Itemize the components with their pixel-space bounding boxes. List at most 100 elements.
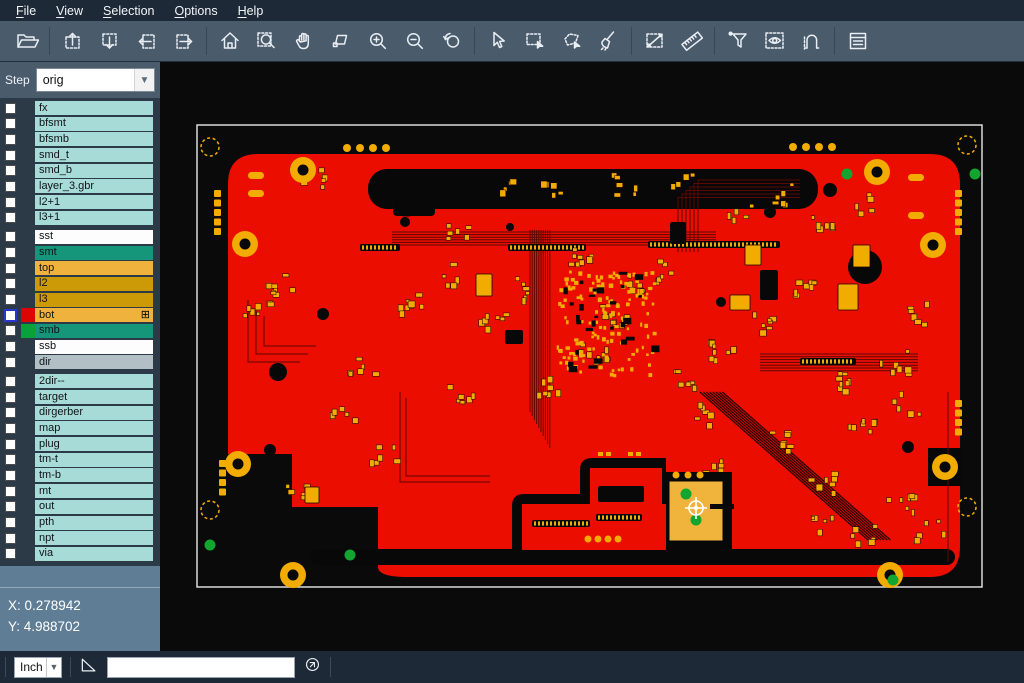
layer-checkbox[interactable] <box>5 470 16 481</box>
layer-label[interactable]: npt <box>35 531 153 545</box>
layer-label[interactable]: l3+1 <box>35 211 153 225</box>
layer-row-dirgerber[interactable]: dirgerber <box>0 406 160 420</box>
zoom-window-button[interactable] <box>322 23 359 59</box>
layer-row-top[interactable]: top <box>0 261 160 275</box>
layer-row-layer_3.gbr[interactable]: layer_3.gbr <box>0 179 160 193</box>
layer-label[interactable]: l2 <box>35 277 153 291</box>
layer-checkbox[interactable] <box>5 341 16 352</box>
layer-row-fx[interactable]: fx <box>0 101 160 115</box>
layer-row-l3[interactable]: l3 <box>0 293 160 307</box>
layer-label[interactable]: mt <box>35 484 153 498</box>
chevron-down-icon[interactable]: ▼ <box>46 658 61 677</box>
layer-row-l2+1[interactable]: l2+1 <box>0 195 160 209</box>
zoom-out-button[interactable] <box>396 23 433 59</box>
home-button[interactable] <box>211 23 248 59</box>
layer-checkbox[interactable] <box>5 134 16 145</box>
menu-options[interactable]: Options <box>164 2 227 20</box>
layer-label[interactable]: ssb <box>35 340 153 354</box>
layer-label[interactable]: plug <box>35 437 153 451</box>
layer-checkbox[interactable] <box>5 517 16 528</box>
move-down-button[interactable] <box>91 23 128 59</box>
layer-row-sst[interactable]: sst <box>0 230 160 244</box>
layer-checkbox[interactable] <box>5 231 16 242</box>
zoom-previous-button[interactable] <box>433 23 470 59</box>
layer-checkbox[interactable] <box>5 247 16 258</box>
layer-label[interactable]: l3 <box>35 293 153 307</box>
zoom-area-button[interactable] <box>248 23 285 59</box>
layer-row-dir[interactable]: dir <box>0 355 160 369</box>
layer-row-smd_b[interactable]: smd_b <box>0 164 160 178</box>
layer-label[interactable]: tm-b <box>35 468 153 482</box>
layer-label[interactable]: target <box>35 390 153 404</box>
pcb-viewport[interactable] <box>160 62 1024 651</box>
clean-button[interactable] <box>590 23 627 59</box>
layer-label[interactable]: map <box>35 421 153 435</box>
layer-checkbox[interactable] <box>5 263 16 274</box>
layer-row-tm-t[interactable]: tm-t <box>0 453 160 467</box>
move-right-button[interactable] <box>165 23 202 59</box>
open-button[interactable] <box>8 23 45 59</box>
layer-checkbox[interactable] <box>5 278 16 289</box>
layer-label[interactable]: smb <box>35 324 153 338</box>
layer-row-smd_t[interactable]: smd_t <box>0 148 160 162</box>
layer-label[interactable]: out <box>35 500 153 514</box>
layer-label[interactable]: bot⊞ <box>35 308 153 322</box>
chevron-down-icon[interactable]: ▼ <box>134 69 154 91</box>
move-left-button[interactable] <box>128 23 165 59</box>
layer-label[interactable]: dirgerber <box>35 406 153 420</box>
layer-checkbox[interactable] <box>5 294 16 305</box>
layer-row-target[interactable]: target <box>0 390 160 404</box>
layer-row-l2[interactable]: l2 <box>0 277 160 291</box>
pan-button[interactable] <box>285 23 322 59</box>
layer-checkbox[interactable] <box>5 118 16 129</box>
layer-checkbox[interactable] <box>5 325 16 336</box>
corner-ruler-icon[interactable] <box>79 655 99 680</box>
unit-select[interactable]: Inch ▼ <box>14 657 62 678</box>
move-up-button[interactable] <box>54 23 91 59</box>
layer-checkbox[interactable] <box>5 454 16 465</box>
layer-label[interactable]: smt <box>35 246 153 260</box>
snap-button[interactable] <box>793 23 830 59</box>
layer-label[interactable]: fx <box>35 101 153 115</box>
layer-row-bfsmt[interactable]: bfsmt <box>0 117 160 131</box>
layer-label[interactable]: pth <box>35 516 153 530</box>
ruler-button[interactable] <box>673 23 710 59</box>
layer-checkbox[interactable] <box>5 486 16 497</box>
layer-checkbox[interactable] <box>4 309 17 322</box>
select-poly-button[interactable] <box>553 23 590 59</box>
layer-checkbox[interactable] <box>5 439 16 450</box>
layer-checkbox[interactable] <box>5 212 16 223</box>
report-button[interactable] <box>839 23 876 59</box>
layer-label[interactable]: dir <box>35 355 153 369</box>
command-input[interactable] <box>107 657 295 678</box>
layer-label[interactable]: tm-t <box>35 453 153 467</box>
layer-row-bot[interactable]: bot⊞ <box>0 308 160 322</box>
layer-label[interactable]: smd_b <box>35 164 153 178</box>
layer-row-plug[interactable]: plug <box>0 437 160 451</box>
step-select[interactable]: orig ▼ <box>36 68 155 92</box>
layer-row-smt[interactable]: smt <box>0 246 160 260</box>
layer-checkbox[interactable] <box>5 181 16 192</box>
layer-checkbox[interactable] <box>5 392 16 403</box>
layer-row-mt[interactable]: mt <box>0 484 160 498</box>
layer-label[interactable]: via <box>35 547 153 561</box>
layer-checkbox[interactable] <box>5 548 16 559</box>
layer-row-ssb[interactable]: ssb <box>0 340 160 354</box>
layer-label[interactable]: top <box>35 261 153 275</box>
select-rect-button[interactable] <box>516 23 553 59</box>
zoom-in-button[interactable] <box>359 23 396 59</box>
menu-file[interactable]: File <box>6 2 46 20</box>
layer-checkbox[interactable] <box>5 150 16 161</box>
menu-help[interactable]: Help <box>228 2 274 20</box>
select-button[interactable] <box>479 23 516 59</box>
menu-view[interactable]: View <box>46 2 93 20</box>
layer-checkbox[interactable] <box>5 423 16 434</box>
layer-label[interactable]: sst <box>35 230 153 244</box>
layer-row-l3+1[interactable]: l3+1 <box>0 211 160 225</box>
layer-row-via[interactable]: via <box>0 547 160 561</box>
layer-checkbox[interactable] <box>5 197 16 208</box>
filter-button[interactable] <box>719 23 756 59</box>
layer-label[interactable]: layer_3.gbr <box>35 179 153 193</box>
measure-diagonal-button[interactable] <box>636 23 673 59</box>
layer-row-bfsmb[interactable]: bfsmb <box>0 132 160 146</box>
